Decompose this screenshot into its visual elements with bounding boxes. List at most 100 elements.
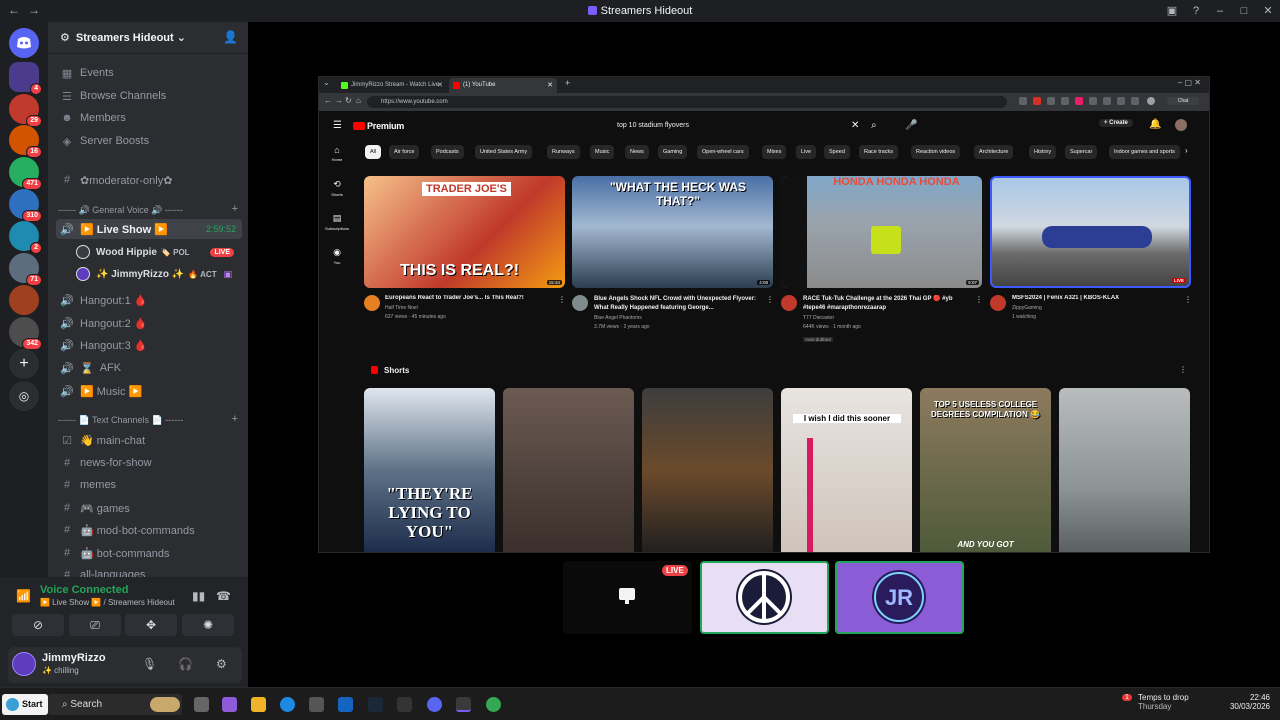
- channel-hangout-1[interactable]: 🔊 Hangout:1 🩸: [56, 290, 242, 310]
- more-options-icon[interactable]: ⋮: [558, 295, 566, 304]
- add-member-icon[interactable]: 👤: [223, 30, 238, 44]
- chip[interactable]: News: [625, 145, 649, 159]
- chip[interactable]: Live: [796, 145, 817, 159]
- channel-moderator-only[interactable]: # ✿moderator-only✿: [56, 170, 242, 190]
- channel-avatar[interactable]: [364, 295, 380, 311]
- extension-icon[interactable]: [1019, 97, 1027, 105]
- home-icon[interactable]: ⌂: [356, 96, 361, 105]
- weather-widget[interactable]: 1 Temps to drop Thursday: [1122, 693, 1189, 711]
- account-avatar[interactable]: [1175, 119, 1187, 131]
- nav-subscriptions[interactable]: ▤ Subscriptions: [325, 213, 349, 231]
- category-general-voice[interactable]: ------ 🔊 General Voice 🔊 ------ +: [58, 203, 244, 216]
- short-thumbnail[interactable]: [642, 388, 773, 552]
- discover-icon[interactable]: ◎: [9, 381, 39, 411]
- more-options-icon[interactable]: ⋮: [766, 295, 774, 304]
- youtube-search-input[interactable]: top 10 stadium flyovers: [617, 117, 865, 135]
- channel-music[interactable]: 🔊 ▶️ Music ▶️: [56, 381, 242, 401]
- disconnect-icon[interactable]: ☎: [216, 589, 231, 603]
- window-controls[interactable]: – ▢ ✕: [1178, 78, 1201, 87]
- soundboard-button[interactable]: ✺: [182, 614, 234, 636]
- channel-name[interactable]: Blue Angel Phantoms: [594, 315, 642, 321]
- microphone-icon[interactable]: 🎤: [905, 120, 917, 131]
- noise-suppression-icon[interactable]: ▮▮: [192, 589, 205, 603]
- channel-games[interactable]: # 🎮 games: [56, 498, 242, 518]
- more-options-icon[interactable]: ⋮: [975, 295, 983, 304]
- new-tab-icon[interactable]: +: [565, 78, 570, 88]
- short-thumbnail[interactable]: [1059, 388, 1190, 552]
- chip[interactable]: Speed: [824, 145, 850, 159]
- extension-icon[interactable]: [1089, 97, 1097, 105]
- chip[interactable]: Supercar: [1065, 145, 1098, 159]
- sidebar-item-members[interactable]: ☻ Members: [56, 108, 242, 128]
- more-options-icon[interactable]: ⋮: [1184, 295, 1192, 304]
- channel-avatar[interactable]: [990, 295, 1006, 311]
- extension-icon[interactable]: [1075, 97, 1083, 105]
- forward-icon[interactable]: →: [335, 96, 343, 105]
- server-streamers-hideout[interactable]: 4: [9, 62, 42, 95]
- more-options-icon[interactable]: ⋮: [1179, 365, 1187, 374]
- voice-user-jimmyrizzo[interactable]: ✨ JimmyRizzo ✨ 🔥 ACT ▣: [76, 264, 242, 284]
- video-title[interactable]: Blue Angels Shock NFL Crowd with Unexpec…: [594, 295, 762, 313]
- microphone-icon[interactable]: 🎙: [142, 657, 157, 671]
- chip[interactable]: Open-wheel cars: [697, 145, 749, 159]
- video-thumbnail[interactable]: "WHAT THE HECK WAS THAT?" 4:08: [572, 176, 773, 288]
- camera-off-button[interactable]: ⊘: [12, 614, 64, 636]
- sidebar-item-events[interactable]: ▦ Events: [56, 63, 242, 83]
- chip[interactable]: Indoor games and sports: [1109, 145, 1180, 159]
- chip[interactable]: Air force: [389, 145, 420, 159]
- video-thumbnail[interactable]: HONDA HONDA HONDA 6:07: [781, 176, 982, 288]
- user-avatar[interactable]: [12, 652, 36, 676]
- headphones-icon[interactable]: 🎧: [178, 657, 193, 671]
- server-icon[interactable]: [9, 285, 39, 315]
- sidebar-item-boosts[interactable]: ◈ Server Boosts: [56, 131, 242, 151]
- chip[interactable]: Reaction videos: [911, 145, 961, 159]
- chip[interactable]: Mixes: [762, 145, 787, 159]
- channel-hangout-2[interactable]: 🔊 Hangout:2 🩸: [56, 313, 242, 333]
- create-button[interactable]: + Create: [1099, 119, 1133, 127]
- copilot-icon[interactable]: [222, 697, 237, 712]
- obs-icon[interactable]: [456, 697, 471, 712]
- close-icon[interactable]: ✕: [437, 78, 443, 93]
- video-title[interactable]: RACE Tuk-Tuk Challenge at the 2026 Thai …: [803, 295, 971, 313]
- extension-icon[interactable]: [1047, 97, 1055, 105]
- notifications-bell-icon[interactable]: 🔔: [1149, 119, 1161, 130]
- task-view-icon[interactable]: [194, 697, 209, 712]
- nav-shorts[interactable]: ⟲ Shorts: [325, 179, 349, 197]
- chip-all[interactable]: All: [365, 145, 382, 159]
- chip[interactable]: Race tracks: [859, 145, 899, 159]
- outlook-icon[interactable]: [338, 697, 353, 712]
- channel-afk[interactable]: 🔊 ⌛ AFK: [56, 358, 242, 378]
- clear-search-icon[interactable]: ✕: [851, 120, 859, 131]
- server-icon[interactable]: 29: [9, 94, 42, 127]
- discord-home-icon[interactable]: [9, 28, 39, 58]
- browser-tab[interactable]: JimmyRizzo Stream - Watch Live ✕: [337, 78, 447, 93]
- reload-icon[interactable]: ↻: [345, 96, 352, 105]
- extension-icon[interactable]: [1033, 97, 1041, 105]
- voice-status[interactable]: Voice Connected: [40, 584, 128, 596]
- youtube-logo[interactable]: Premium: [353, 121, 404, 131]
- extension-icon[interactable]: [1103, 97, 1111, 105]
- close-button[interactable]: ✕: [1256, 0, 1280, 22]
- browser-tab-active[interactable]: (1) YouTube ✕: [449, 78, 557, 93]
- server-icon[interactable]: 2: [9, 221, 42, 254]
- channel-avatar[interactable]: [781, 295, 797, 311]
- stream-video[interactable]: ⌄ JimmyRizzo Stream - Watch Live ✕ (1) Yo…: [318, 76, 1210, 553]
- video-thumbnail[interactable]: LIVE: [990, 176, 1191, 288]
- chip[interactable]: Runways: [547, 145, 580, 159]
- extension-icon[interactable]: [1117, 97, 1125, 105]
- chip[interactable]: Architecture: [974, 145, 1014, 159]
- channel-all-languages[interactable]: # all-languages: [56, 565, 242, 577]
- settings-gear-icon[interactable]: ⚙: [216, 657, 227, 671]
- channel-bot-commands[interactable]: # 🤖 bot-commands: [56, 543, 242, 563]
- add-channel-icon[interactable]: +: [232, 203, 238, 215]
- short-thumbnail[interactable]: [503, 388, 634, 552]
- video-title[interactable]: MSFS2024 | Fenix A321 | KBOS-KLAX: [1012, 295, 1182, 301]
- chip[interactable]: Gaming: [658, 145, 688, 159]
- chip[interactable]: Podcasts: [431, 145, 464, 159]
- activities-button[interactable]: ✥: [125, 614, 177, 636]
- close-icon[interactable]: ✕: [547, 78, 553, 93]
- chip[interactable]: History: [1029, 145, 1057, 159]
- inbox-icon[interactable]: ▣: [1160, 0, 1184, 22]
- url-input[interactable]: https://www.youtube.com: [367, 96, 1007, 108]
- channel-mod-bot-commands[interactable]: # 🤖 mod-bot-commands: [56, 520, 242, 540]
